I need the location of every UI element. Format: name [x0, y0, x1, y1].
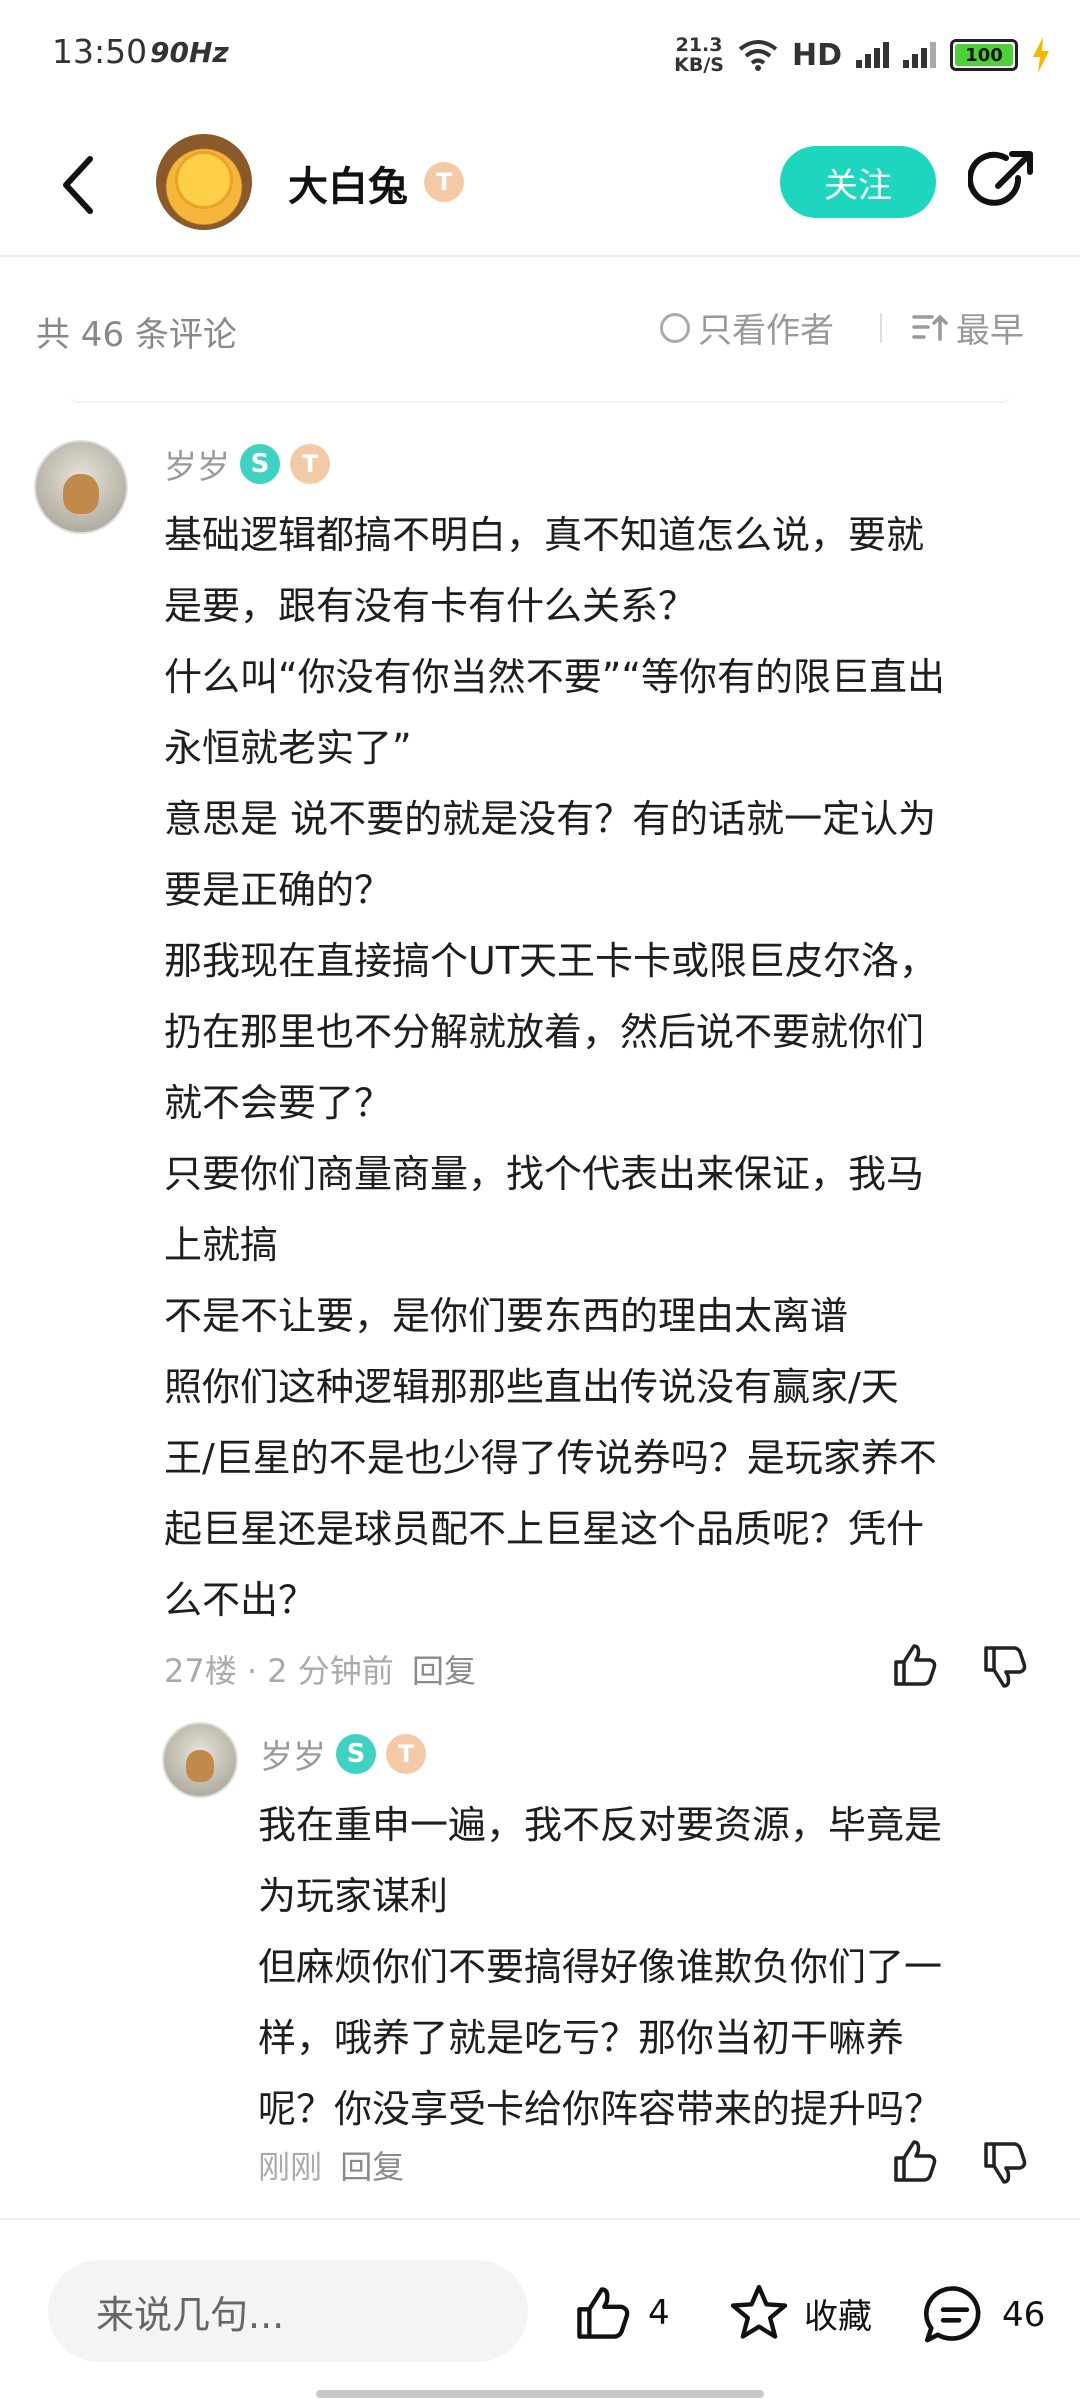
favorite-button[interactable]: 收藏	[726, 2282, 872, 2344]
level-badge: T	[424, 162, 464, 202]
previous-comment-edge	[70, 395, 1010, 403]
comment-meta: 刚刚 回复	[258, 2142, 404, 2188]
comment-body: 我在重申一遍，我不反对要资源，毕竟是 为玩家谋利 但麻烦你们不要搞得好像谁欺负你…	[258, 1790, 942, 2145]
s-badge: S	[240, 444, 280, 484]
comment-line: 但麻烦你们不要搞得好像谁欺负你们了一	[258, 1945, 943, 1989]
comment-filter-bar: 共 46 条评论 只看作者 最早	[0, 257, 1080, 397]
author-avatar[interactable]	[156, 134, 252, 230]
comment-line: 要是正确的？	[164, 868, 393, 912]
comment-line: 么不出？	[164, 1578, 317, 1622]
comment-input[interactable]: 来说几句...	[48, 2260, 528, 2362]
like-post-button[interactable]: 4	[570, 2282, 670, 2344]
comment-line: 扔在那里也不分解就放着，然后说不要就你们	[164, 1010, 925, 1054]
share-icon[interactable]	[968, 148, 1036, 216]
like-icon[interactable]	[890, 1640, 940, 1690]
like-icon	[577, 2287, 630, 2339]
comment-line: 照你们这种逻辑那那些直出传说没有赢家/天	[164, 1365, 899, 1409]
dislike-icon[interactable]	[980, 1642, 1030, 1692]
commenter-avatar[interactable]	[34, 440, 128, 534]
comment-line: 意思是 说不要的就是没有？有的话就一定认为	[164, 797, 937, 841]
follow-button[interactable]: 关注	[780, 146, 936, 218]
comment-icon	[923, 2286, 981, 2343]
charging-icon	[1033, 37, 1049, 73]
comment-line: 不是不让要，是你们要东西的理由太离谱	[164, 1294, 849, 1338]
comment-line: 那我现在直接搞个UT天王卡卡或限巨皮尔洛，	[164, 939, 938, 983]
comment-line: 永恒就老实了”	[164, 726, 412, 770]
hd-indicator: HD	[791, 37, 842, 73]
battery-icon: 100	[950, 39, 1018, 71]
comment-line: 我在重申一遍，我不反对要资源，毕竟是	[258, 1803, 943, 1847]
only-author-label: 只看作者	[698, 311, 834, 351]
comment-line: 为玩家谋利	[258, 1874, 449, 1918]
network-speed: 21.3 KB/S	[674, 35, 724, 75]
level-badge: T	[290, 444, 330, 484]
sort-label: 最早	[956, 311, 1024, 351]
network-speed-value: 21.3	[675, 34, 723, 56]
star-icon	[730, 2284, 788, 2339]
bottom-action-bar: 来说几句... 4 收藏 46	[0, 2222, 1080, 2400]
reply-button[interactable]: 回复	[412, 1652, 476, 1690]
back-icon[interactable]	[58, 155, 98, 215]
post-header: 大白兔 T 关注	[0, 110, 1080, 257]
s-badge: S	[336, 1734, 376, 1774]
signal-icon	[856, 42, 889, 68]
dislike-icon[interactable]	[980, 2138, 1030, 2188]
status-icons: 21.3 KB/S HD 100	[674, 30, 1050, 80]
divider	[880, 313, 882, 343]
refresh-rate: 90Hz	[150, 36, 229, 69]
reply-button[interactable]: 回复	[340, 2148, 404, 2186]
comment-count: 共 46 条评论	[36, 315, 237, 355]
commenter-name[interactable]: 岁岁	[164, 440, 230, 488]
comment-line: 呢？你没享受卡给你阵容带来的提升吗？	[258, 2087, 943, 2131]
comment-line: 王/巨星的不是也少得了传说券吗？是玩家养不	[164, 1436, 937, 1480]
battery-level: 100	[965, 44, 1003, 66]
status-bar: 13:50 90Hz 21.3 KB/S HD 100	[0, 0, 1080, 110]
radio-icon	[660, 312, 690, 343]
home-indicator[interactable]	[316, 2390, 764, 2398]
comment-total: 46	[1002, 2295, 1046, 2335]
comment-line: 基础逻辑都搞不明白，真不知道怎么说，要就	[164, 513, 925, 557]
comment-meta: 27楼 · 2 分钟前 回复	[164, 1646, 476, 1692]
commenter-avatar[interactable]	[162, 1722, 238, 1798]
comment-line: 上就搞	[164, 1223, 279, 1267]
comment-user-row: 岁岁 S T	[164, 440, 330, 488]
sort-icon	[912, 314, 948, 341]
comment-line: 起巨星还是球员配不上巨星这个品质呢？凭什	[164, 1507, 925, 1551]
comments-button[interactable]: 46	[920, 2282, 1045, 2348]
comment-floor-time: 27楼 · 2 分钟前	[164, 1652, 394, 1690]
comment-line: 只要你们商量商量，找个代表出来保证，我马	[164, 1152, 925, 1196]
wifi-icon	[738, 40, 778, 71]
comment-line: 就不会要了？	[164, 1081, 393, 1125]
level-badge: T	[386, 1734, 426, 1774]
like-count: 4	[648, 2293, 670, 2333]
only-author-toggle[interactable]: 只看作者	[660, 303, 834, 352]
comment-line: 是要，跟有没有卡有什么关系？	[164, 584, 697, 628]
status-time: 13:50	[52, 32, 148, 71]
favorite-label: 收藏	[804, 2296, 872, 2337]
like-icon[interactable]	[890, 2136, 940, 2186]
comment-user-row: 岁岁 S T	[260, 1730, 426, 1778]
author-name[interactable]: 大白兔	[288, 154, 408, 212]
network-speed-unit: KB/S	[674, 54, 724, 76]
comment-line: 什么叫“你没有你当然不要”“等你有的限巨直出	[164, 655, 946, 699]
signal-icon	[903, 42, 936, 68]
comment-time: 刚刚	[258, 2148, 323, 2186]
commenter-name[interactable]: 岁岁	[260, 1730, 326, 1778]
comment-body: 基础逻辑都搞不明白，真不知道怎么说，要就 是要，跟有没有卡有什么关系？ 什么叫“…	[164, 500, 945, 1636]
sort-toggle[interactable]: 最早	[912, 303, 1024, 352]
comment-line: 样，哦养了就是吃亏？那你当初干嘛养	[258, 2016, 905, 2060]
bottom-divider	[0, 2218, 1080, 2220]
